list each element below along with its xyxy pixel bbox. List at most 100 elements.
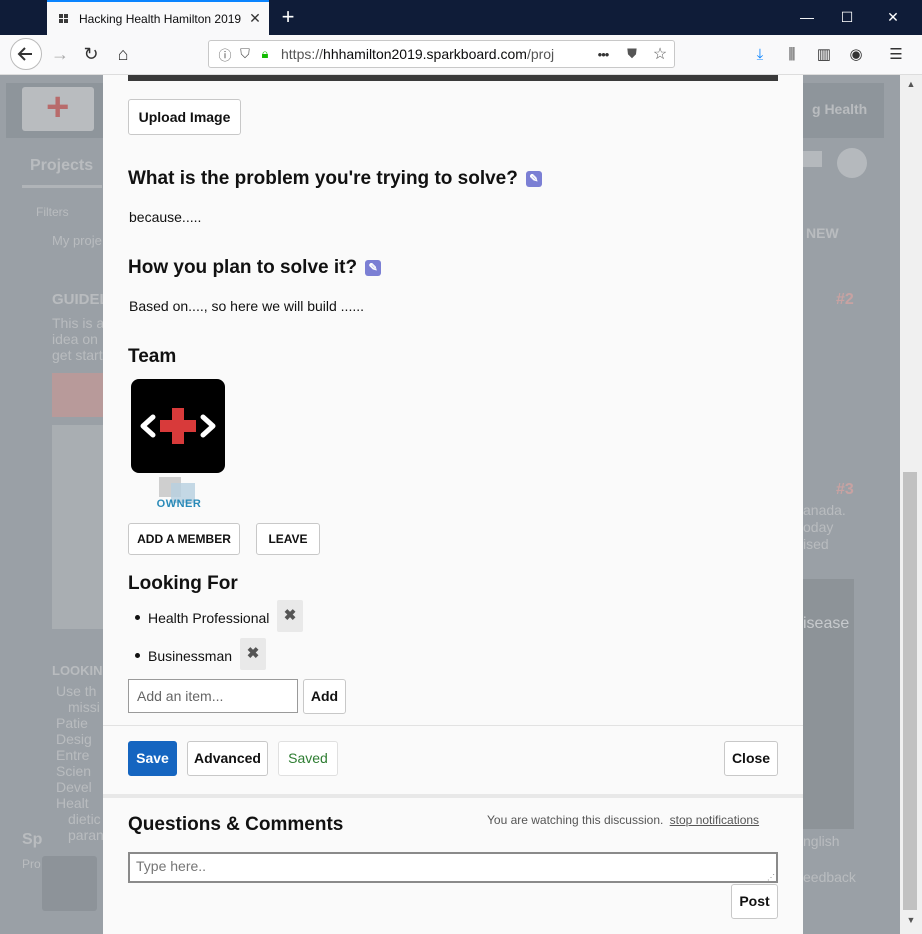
scroll-down-icon[interactable]: ▼ bbox=[900, 912, 922, 928]
looking-for-heading: Looking For bbox=[128, 573, 238, 594]
scrollbar-thumb[interactable] bbox=[903, 472, 917, 910]
save-button[interactable]: Save bbox=[128, 741, 177, 776]
close-tab-icon[interactable]: ✕ bbox=[241, 10, 269, 27]
bg-num-2: #2 bbox=[836, 291, 854, 308]
add-member-button[interactable]: ADD A MEMBER bbox=[128, 523, 240, 555]
back-button[interactable] bbox=[10, 38, 42, 70]
comment-input[interactable] bbox=[128, 852, 778, 883]
bullet-icon bbox=[135, 615, 140, 620]
edit-pencil-icon[interactable]: ✎ bbox=[365, 260, 382, 276]
remove-item-icon[interactable]: ✖ bbox=[277, 600, 303, 632]
bg-feedback: eedback bbox=[803, 869, 856, 885]
sidebar-icon[interactable]: ▥ bbox=[812, 44, 836, 66]
url-scheme: https:// bbox=[281, 46, 324, 62]
bg-avatar-icon bbox=[837, 148, 867, 178]
bg-new: NEW bbox=[806, 225, 839, 241]
bg-guide-3: get start bbox=[52, 347, 103, 363]
bg-list-10: paran bbox=[68, 827, 104, 843]
page-actions-icon[interactable]: ••• bbox=[588, 47, 618, 62]
scroll-up-icon[interactable]: ▲ bbox=[900, 76, 922, 92]
edit-pencil-icon[interactable]: ✎ bbox=[525, 171, 542, 187]
team-member-avatar[interactable] bbox=[131, 379, 225, 473]
menu-icon[interactable]: ☰ bbox=[884, 44, 908, 66]
favicon-icon bbox=[59, 13, 69, 24]
account-icon[interactable]: ◉ bbox=[844, 44, 868, 66]
tracking-shield-icon[interactable]: ⛉ bbox=[235, 46, 255, 62]
post-button[interactable]: Post bbox=[731, 884, 778, 919]
footer-divider bbox=[103, 725, 803, 726]
bg-list-1: Use th bbox=[56, 683, 97, 699]
hacking-health-logo-icon bbox=[140, 408, 216, 444]
bookmark-star-icon[interactable]: ☆ bbox=[646, 44, 674, 64]
solve-text[interactable]: Based on...., so here we will build ....… bbox=[129, 298, 364, 314]
bg-guidelines: GUIDEL bbox=[52, 291, 109, 308]
info-icon[interactable]: ⓘ bbox=[215, 45, 235, 64]
bg-list-4: Desig bbox=[56, 731, 92, 747]
bg-mail-icon bbox=[800, 151, 822, 167]
lock-icon[interactable]: 🔒︎ bbox=[255, 46, 275, 62]
bg-list-5: Entre bbox=[56, 747, 90, 763]
looking-item-label: Businessman bbox=[148, 648, 233, 664]
looking-item-label: Health Professional bbox=[148, 610, 270, 626]
tab-title: Hacking Health Hamilton 2019 bbox=[79, 11, 241, 26]
watching-status: You are watching this discussion. stop n… bbox=[487, 813, 759, 827]
bg-list-2: missi bbox=[68, 699, 100, 715]
url-text[interactable]: https://hhhamilton2019.sparkboard.com/pr… bbox=[275, 46, 588, 62]
forward-button[interactable]: → bbox=[45, 39, 75, 69]
bg-ised: ised bbox=[803, 536, 829, 552]
downloads-icon[interactable]: ⤓ bbox=[748, 44, 772, 66]
bg-today: oday bbox=[803, 519, 834, 535]
bg-list-3: Patie bbox=[56, 715, 88, 731]
bg-guide-2: idea on bbox=[52, 331, 98, 347]
comments-divider bbox=[103, 794, 803, 798]
navigation-toolbar: → ↻ ⌂ ⓘ ⛉ 🔒︎ https://hhhamilton2019.spar… bbox=[0, 35, 922, 75]
url-bar[interactable]: ⓘ ⛉ 🔒︎ https://hhhamilton2019.sparkboard… bbox=[208, 40, 675, 68]
owner-label: OWNER bbox=[156, 498, 202, 510]
upload-image-button[interactable]: Upload Image bbox=[128, 99, 241, 135]
stop-notifications-link[interactable]: stop notifications bbox=[670, 813, 759, 827]
solve-heading-text: How you plan to solve it? bbox=[128, 257, 358, 278]
comments-heading: Questions & Comments bbox=[128, 814, 344, 835]
list-item: Health Professional bbox=[135, 610, 269, 626]
close-window-icon[interactable]: ✕ bbox=[870, 0, 916, 35]
bg-pr: Pro bbox=[22, 857, 41, 871]
back-arrow-icon bbox=[17, 47, 32, 61]
add-item-button[interactable]: Add bbox=[303, 679, 346, 714]
project-image-bottom bbox=[128, 75, 778, 81]
background-logo bbox=[22, 85, 94, 131]
bg-health-banner: g Health bbox=[812, 101, 868, 117]
reload-button[interactable]: ↻ bbox=[76, 39, 106, 69]
remove-item-icon[interactable]: ✖ bbox=[240, 638, 266, 670]
resize-grip-icon[interactable]: ⋰ bbox=[767, 873, 775, 882]
bg-projects-tab: Projects bbox=[30, 157, 94, 174]
advanced-button[interactable]: Advanced bbox=[187, 741, 268, 776]
bg-list-9: dietic bbox=[68, 811, 101, 827]
tab-hacking-health[interactable]: Hacking Health Hamilton 2019 ✕ bbox=[47, 0, 269, 35]
close-button[interactable]: Close bbox=[724, 741, 778, 776]
bg-sp: Sp bbox=[22, 831, 43, 848]
watching-text: You are watching this discussion. bbox=[487, 813, 664, 827]
bg-list-6: Scien bbox=[56, 763, 92, 779]
problem-heading: What is the problem you're trying to sol… bbox=[128, 168, 542, 190]
bg-canada: anada. bbox=[803, 502, 846, 518]
solve-heading: How you plan to solve it? ✎ bbox=[128, 257, 382, 279]
problem-heading-text: What is the problem you're trying to sol… bbox=[128, 168, 518, 189]
new-tab-icon[interactable]: + bbox=[276, 4, 300, 30]
maximize-icon[interactable]: ☐ bbox=[824, 0, 870, 35]
bullet-icon bbox=[135, 653, 140, 658]
bg-my-projects: My proje bbox=[52, 233, 102, 248]
home-button[interactable]: ⌂ bbox=[108, 39, 138, 69]
bg-num-3: #3 bbox=[836, 481, 854, 498]
leave-button[interactable]: LEAVE bbox=[256, 523, 320, 555]
bg-list-8: Healt bbox=[56, 795, 89, 811]
problem-text[interactable]: because..... bbox=[129, 209, 201, 225]
list-item: Businessman bbox=[135, 648, 232, 664]
pocket-icon[interactable]: ⛊ bbox=[618, 46, 646, 62]
bg-list-card bbox=[52, 425, 104, 629]
library-icon[interactable]: ⫼ bbox=[780, 44, 804, 66]
bg-red-block bbox=[52, 373, 104, 417]
bg-small-logo bbox=[42, 856, 97, 911]
bg-looking: LOOKIN bbox=[52, 663, 103, 678]
bg-guide-1: This is a bbox=[52, 315, 105, 331]
add-item-input[interactable] bbox=[128, 679, 298, 713]
